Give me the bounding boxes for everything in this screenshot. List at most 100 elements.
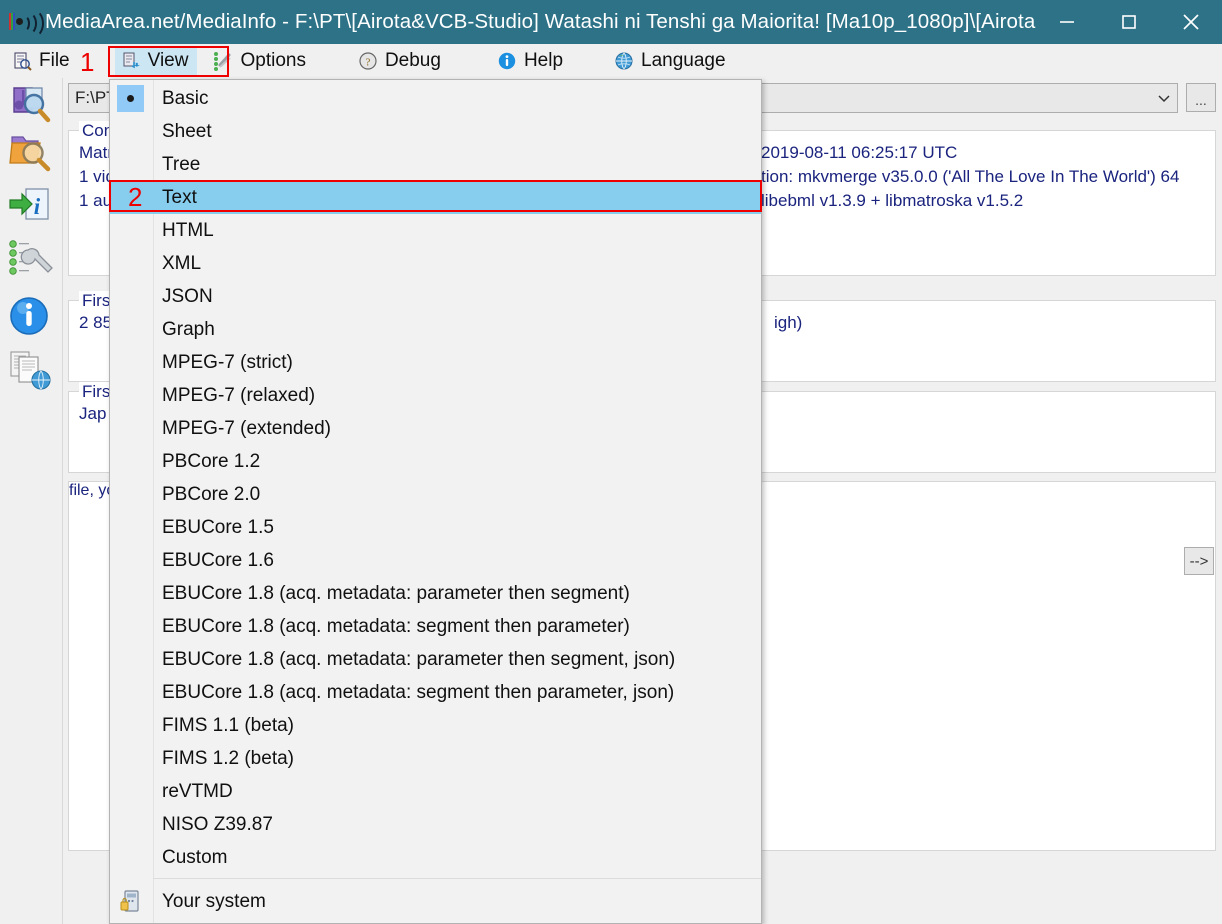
view-menu-item-your-system[interactable]: Your system	[110, 883, 761, 921]
view-icon	[121, 51, 141, 71]
help-info-icon	[497, 51, 517, 71]
menu-options-label: Options	[240, 50, 305, 72]
view-menu-item-custom[interactable]: Custom	[110, 841, 761, 874]
view-menu-item-label: Text	[153, 187, 197, 209]
browse-button[interactable]: ...	[1186, 83, 1216, 112]
view-menu-item-label: EBUCore 1.5	[153, 517, 274, 539]
menu-mark-slot	[110, 313, 153, 346]
language-globe-icon	[614, 51, 634, 71]
minimize-icon	[1056, 11, 1078, 33]
menu-mark-slot	[110, 148, 153, 181]
view-menu-item-label: XML	[153, 253, 201, 275]
view-menu-item-label: Graph	[153, 319, 215, 341]
view-menu-item-label: JSON	[153, 286, 213, 308]
export-info-icon[interactable]: i	[8, 183, 54, 229]
view-menu-item-niso[interactable]: NISO Z39.87	[110, 808, 761, 841]
menu-language[interactable]: Language	[608, 47, 735, 75]
view-menu-item-basic[interactable]: Basic	[110, 82, 761, 115]
view-menu-separator	[153, 878, 761, 879]
menu-debug[interactable]: ? Debug	[352, 47, 450, 75]
minimize-button[interactable]	[1036, 0, 1098, 44]
view-menu-item-ebucore-18-param-seg[interactable]: EBUCore 1.8 (acq. metadata: parameter th…	[110, 577, 761, 610]
view-menu-item-fims-11[interactable]: FIMS 1.1 (beta)	[110, 709, 761, 742]
menu-mark-slot	[110, 808, 153, 841]
view-menu-system-label: Your system	[153, 891, 266, 913]
view-menu-item-label: Tree	[153, 154, 200, 176]
chevron-down-icon[interactable]	[1151, 84, 1177, 112]
view-menu: Basic Sheet Tree Text HTML XML	[109, 79, 762, 924]
menu-mark-slot	[110, 841, 153, 874]
menu-file-label: File	[39, 50, 70, 72]
radio-selected-icon	[110, 82, 153, 115]
menu-debug-label: Debug	[385, 50, 441, 72]
view-menu-item-mpeg7-extended[interactable]: MPEG-7 (extended)	[110, 412, 761, 445]
view-menu-item-mpeg7-strict[interactable]: MPEG-7 (strict)	[110, 346, 761, 379]
menu-help-label: Help	[524, 50, 563, 72]
view-menu-item-sheet[interactable]: Sheet	[110, 115, 761, 148]
view-menu-item-fims-12[interactable]: FIMS 1.2 (beta)	[110, 742, 761, 775]
menu-view-label: View	[148, 50, 189, 72]
group-container-right-2: libebml v1.3.9 + libmatroska v1.5.2	[761, 191, 1023, 211]
view-menu-item-label: Custom	[153, 847, 227, 869]
group-audio-line-0: Jap	[79, 404, 106, 424]
view-menu-item-label: MPEG-7 (extended)	[153, 418, 331, 440]
view-menu-item-label: FIMS 1.2 (beta)	[153, 748, 294, 770]
view-menu-item-ebucore-18-param-seg-json[interactable]: EBUCore 1.8 (acq. metadata: parameter th…	[110, 643, 761, 676]
view-menu-item-ebucore-18-seg-param[interactable]: EBUCore 1.8 (acq. metadata: segment then…	[110, 610, 761, 643]
menu-file[interactable]: File	[6, 47, 79, 75]
preferences-wrench-icon[interactable]	[8, 238, 54, 284]
view-menu-item-graph[interactable]: Graph	[110, 313, 761, 346]
menu-mark-slot	[110, 214, 153, 247]
menu-options[interactable]: Options	[207, 47, 314, 75]
view-menu-item-label: MPEG-7 (strict)	[153, 352, 293, 374]
view-menu-item-label: EBUCore 1.8 (acq. metadata: segment then…	[153, 616, 630, 638]
view-menu-item-mpeg7-relaxed[interactable]: MPEG-7 (relaxed)	[110, 379, 761, 412]
menu-mark-slot	[110, 511, 153, 544]
menu-help[interactable]: Help	[491, 47, 572, 75]
view-menu-item-ebucore-16[interactable]: EBUCore 1.6	[110, 544, 761, 577]
view-menu-item-label: MPEG-7 (relaxed)	[153, 385, 315, 407]
menu-mark-slot	[110, 280, 153, 313]
menu-view[interactable]: View	[115, 47, 198, 75]
title-bar: MediaArea.net/MediaInfo - F:\PT\[Airota&…	[0, 0, 1222, 44]
menu-language-label: Language	[641, 50, 726, 72]
view-menu-item-label: Basic	[153, 88, 208, 110]
close-button[interactable]	[1160, 0, 1222, 44]
view-menu-item-label: reVTMD	[153, 781, 233, 803]
view-menu-item-text[interactable]: Text	[110, 181, 761, 214]
file-icon	[12, 51, 32, 71]
options-icon	[213, 51, 233, 71]
view-menu-item-pbcore-20[interactable]: PBCore 2.0	[110, 478, 761, 511]
multiple-files-web-icon[interactable]	[8, 348, 54, 394]
menu-mark-slot	[110, 709, 153, 742]
menu-mark-slot	[110, 478, 153, 511]
computer-icon	[110, 883, 153, 921]
view-menu-item-json[interactable]: JSON	[110, 280, 761, 313]
menu-mark-slot	[110, 115, 153, 148]
menu-mark-slot	[110, 346, 153, 379]
view-menu-item-html[interactable]: HTML	[110, 214, 761, 247]
view-menu-item-label: Sheet	[153, 121, 212, 143]
open-file-magnifier-icon[interactable]	[8, 82, 54, 128]
view-menu-item-pbcore-12[interactable]: PBCore 1.2	[110, 445, 761, 478]
group-container-right-0: 2019-08-11 06:25:17 UTC	[761, 143, 957, 163]
view-menu-item-label: EBUCore 1.8 (acq. metadata: segment then…	[153, 682, 674, 704]
menu-mark-slot	[110, 445, 153, 478]
group-video-right-0: igh)	[774, 313, 802, 333]
annotation-number-1: 1	[80, 49, 94, 75]
notice-forward-button[interactable]: -->	[1184, 547, 1214, 575]
view-menu-list: Basic Sheet Tree Text HTML XML	[110, 80, 761, 923]
view-menu-item-label: EBUCore 1.6	[153, 550, 274, 572]
view-menu-item-tree[interactable]: Tree	[110, 148, 761, 181]
view-menu-item-ebucore-18-seg-param-json[interactable]: EBUCore 1.8 (acq. metadata: segment then…	[110, 676, 761, 709]
about-info-icon[interactable]	[8, 293, 54, 339]
view-menu-item-ebucore-15[interactable]: EBUCore 1.5	[110, 511, 761, 544]
menu-mark-slot	[110, 676, 153, 709]
menu-bar: File View	[0, 44, 1222, 78]
open-folder-magnifier-icon[interactable]	[8, 131, 54, 177]
view-menu-item-xml[interactable]: XML	[110, 247, 761, 280]
view-menu-item-revtmd[interactable]: reVTMD	[110, 775, 761, 808]
maximize-button[interactable]	[1098, 0, 1160, 44]
view-menu-item-label: EBUCore 1.8 (acq. metadata: parameter th…	[153, 583, 630, 605]
group-video-line-0: 2 85	[79, 313, 112, 333]
